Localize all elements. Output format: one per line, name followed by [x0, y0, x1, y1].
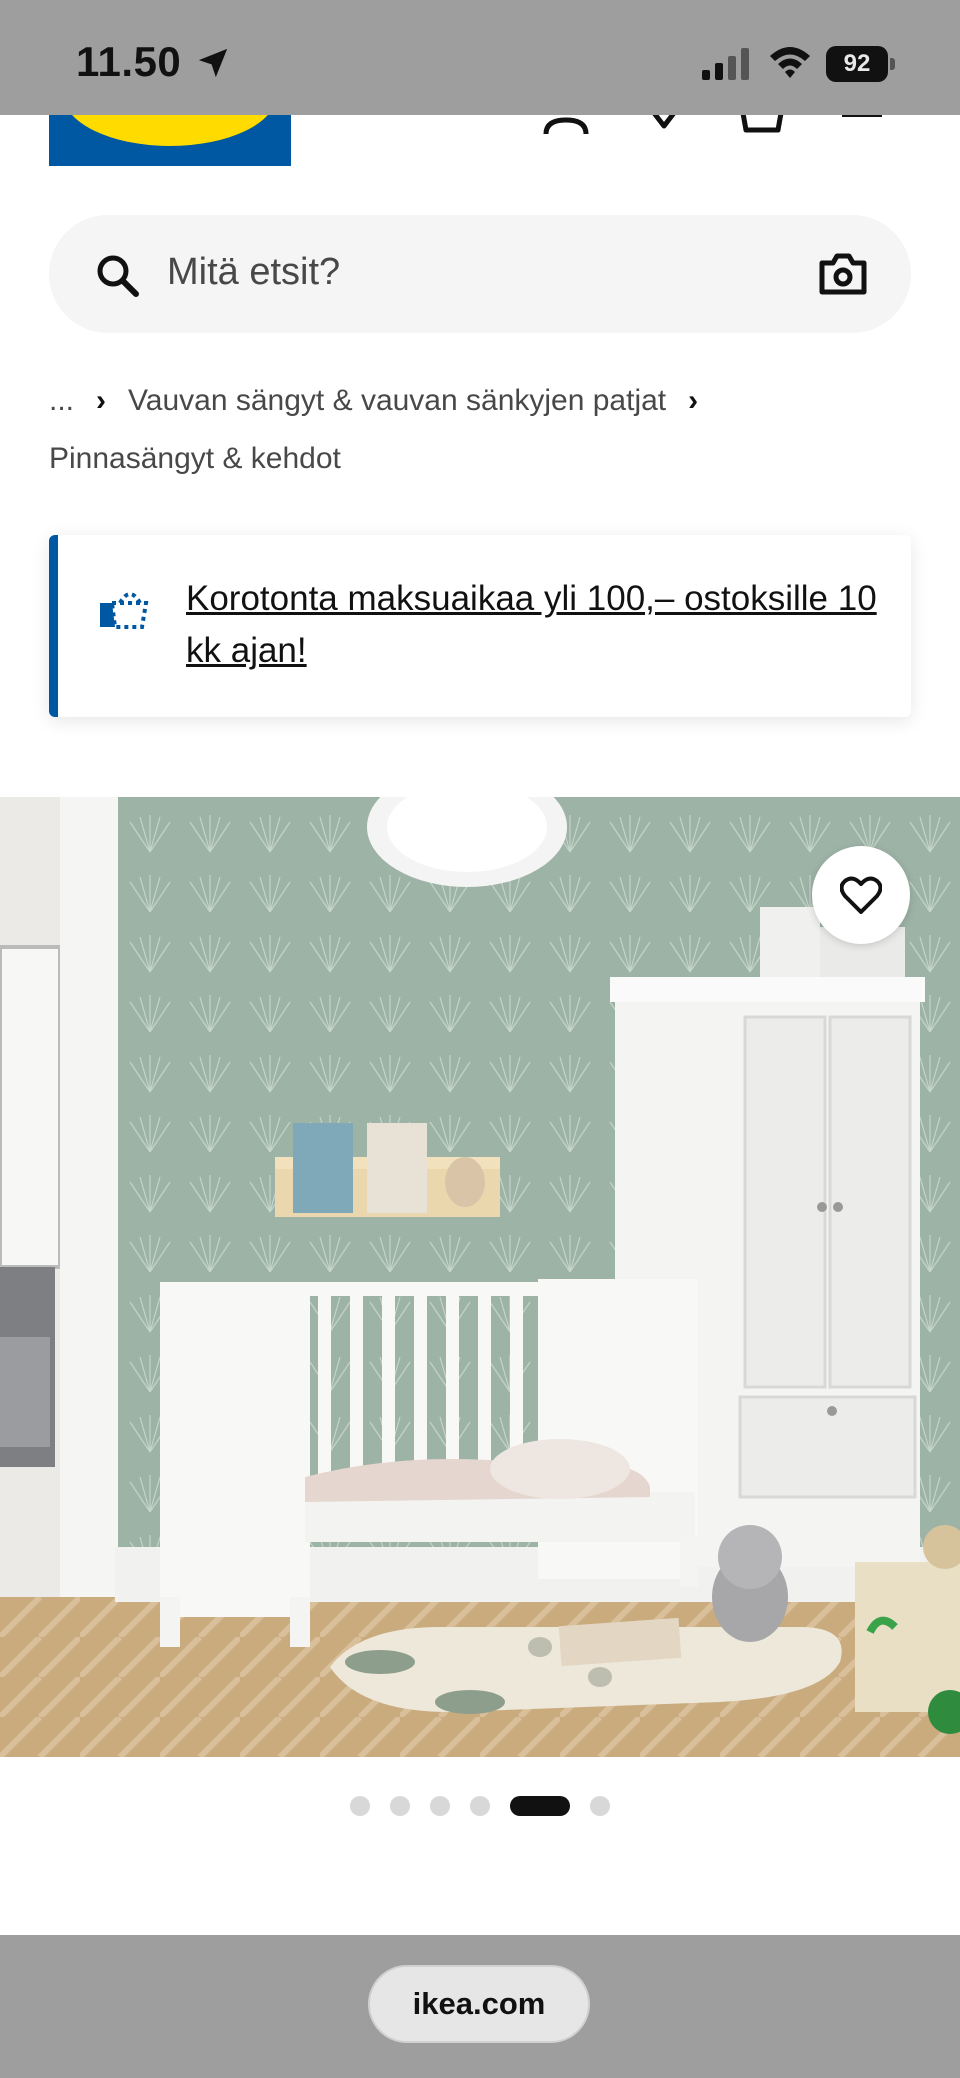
financing-promo-banner: Korotonta maksuaikaa yli 100,– ostoksill…	[49, 535, 911, 717]
browser-bottom-bar: ikea.com	[0, 1935, 960, 2078]
add-to-favourites-button[interactable]	[812, 846, 910, 944]
location-arrow-icon	[198, 48, 228, 78]
cellular-signal-icon	[702, 48, 749, 80]
carousel-dot[interactable]	[470, 1796, 490, 1816]
status-time: 11.50	[76, 38, 182, 85]
carousel-dot[interactable]	[350, 1796, 370, 1816]
battery-level: 92	[826, 46, 888, 82]
nursery-room-illustration	[0, 797, 960, 1757]
wifi-icon	[770, 47, 810, 78]
breadcrumb-ellipsis[interactable]: ...	[49, 372, 74, 430]
status-bar: 11.50 92	[0, 0, 960, 115]
battery-indicator: 92	[826, 46, 896, 82]
breadcrumb: ... › Vauvan sängyt & vauvan sänkyjen pa…	[49, 372, 929, 488]
search-input[interactable]: Mitä etsit?	[167, 251, 340, 294]
address-bar[interactable]: ikea.com	[368, 1965, 590, 2043]
carousel-dot-active[interactable]	[510, 1796, 570, 1816]
search-bar[interactable]: Mitä etsit?	[49, 215, 911, 333]
breadcrumb-chevron-icon: ›	[688, 384, 699, 417]
breadcrumb-chevron-icon: ›	[96, 384, 107, 417]
product-image[interactable]	[0, 797, 960, 1757]
camera-search-icon[interactable]	[819, 253, 867, 295]
carousel-dot[interactable]	[590, 1796, 610, 1816]
carousel-dot[interactable]	[430, 1796, 450, 1816]
search-icon	[97, 255, 139, 297]
financing-promo-link[interactable]: Korotonta maksuaikaa yli 100,– ostoksill…	[186, 573, 886, 677]
breadcrumb-link-cribs[interactable]: Pinnasängyt & kehdot	[49, 430, 341, 488]
page: 11.50 92 Mitä etsit? ... › Vauvan sängyt…	[0, 0, 960, 2078]
carousel-dot[interactable]	[390, 1796, 410, 1816]
image-carousel-indicator	[350, 1795, 610, 1817]
heart-icon	[840, 876, 882, 914]
shopping-basket-icon	[100, 592, 149, 629]
breadcrumb-link-baby-beds[interactable]: Vauvan sängyt & vauvan sänkyjen patjat	[128, 372, 666, 430]
